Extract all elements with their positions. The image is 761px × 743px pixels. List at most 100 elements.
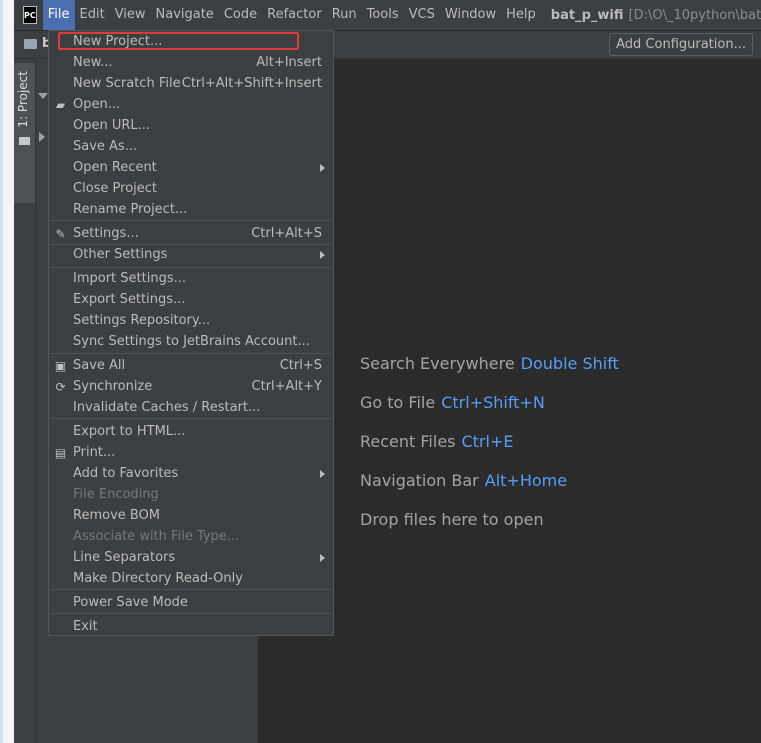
menu-item-shortcut: Ctrl+S [279, 358, 322, 373]
window-title-project: bat_p_wifi [550, 7, 624, 23]
menu-item-save-as[interactable]: Save As... [49, 137, 333, 158]
outer-window-edge [0, 0, 14, 743]
menu-item-label: Exit [73, 619, 98, 634]
menu-item-label: Save As... [73, 139, 138, 154]
window-title-path: [D:\O\_10python\bat_p_wif [628, 7, 761, 23]
hint-shortcut: Ctrl+E [461, 432, 514, 451]
file-menu-dropdown: New Project... New... Alt+Insert New Scratc… [48, 30, 334, 636]
menu-item-label: Other Settings [73, 247, 168, 262]
menu-separator [50, 244, 332, 245]
menu-item-open-recent[interactable]: Open Recent [49, 158, 333, 179]
menu-item-label: Remove BOM [73, 508, 161, 523]
submenu-arrow-icon [320, 554, 325, 562]
printer-icon: ▤ [54, 446, 67, 460]
wrench-icon: ✎ [55, 227, 66, 241]
menu-item-label: Sync Settings to JetBrains Account... [73, 334, 310, 349]
menu-item-label: Settings... [73, 226, 139, 241]
menu-separator [50, 220, 332, 221]
menu-separator [50, 267, 332, 268]
menu-item-shortcut: Ctrl+Alt+Y [251, 379, 322, 394]
submenu-arrow-icon [320, 164, 325, 172]
hint-text: Search Everywhere [360, 354, 515, 373]
save-icon: ▣ [54, 359, 67, 373]
menu-item-file-encoding[interactable]: File Encoding [49, 485, 333, 506]
menu-file[interactable]: File [42, 0, 75, 30]
menu-item-import-settings[interactable]: Import Settings... [49, 269, 333, 290]
menu-item-exit[interactable]: Exit [49, 617, 333, 638]
menu-item-close-project[interactable]: Close Project [49, 179, 333, 200]
menu-item-shortcut: Ctrl+Alt+S [251, 226, 322, 241]
menu-item-save-all[interactable]: ▣ Save All Ctrl+S [49, 356, 333, 377]
menu-item-label: Make Directory Read-Only [73, 571, 243, 586]
tab-project[interactable]: 1: Project [14, 63, 35, 203]
hint-shortcut: Double Shift [520, 354, 619, 373]
editor-hint: Navigation Bar Alt+Home [360, 471, 567, 490]
menu-item-label: Add to Favorites [73, 466, 179, 481]
menu-item-label: Rename Project... [73, 202, 188, 217]
menu-separator [50, 613, 332, 614]
hint-text: Recent Files [360, 432, 456, 451]
folder-icon [24, 39, 37, 49]
menu-item-label: Open... [73, 97, 121, 112]
hint-text: Go to File [360, 393, 436, 412]
menu-item-label: Settings Repository... [73, 313, 211, 328]
menu-item-label: Import Settings... [73, 271, 186, 286]
menu-view[interactable]: View [110, 0, 151, 30]
submenu-arrow-icon [320, 251, 325, 259]
expand-arrow-icon[interactable] [38, 93, 48, 99]
editor-hint: Go to File Ctrl+Shift+N [360, 393, 545, 412]
hint-text: Navigation Bar [360, 471, 479, 490]
menu-item-new[interactable]: New... Alt+Insert [49, 53, 333, 74]
menu-separator [50, 418, 332, 419]
menu-run[interactable]: Run [327, 0, 362, 30]
tab-project-label: 1: Project [16, 71, 30, 128]
menu-item-export-to-html[interactable]: Export to HTML... [49, 422, 333, 443]
menu-item-make-directory-read-only[interactable]: Make Directory Read-Only [49, 569, 333, 590]
menu-item-add-to-favorites[interactable]: Add to Favorites [49, 464, 333, 485]
menu-item-print[interactable]: ▤ Print... [49, 443, 333, 464]
menu-code[interactable]: Code [219, 0, 262, 30]
menu-item-label: Close Project [73, 181, 158, 196]
menu-item-label: Export to HTML... [73, 424, 186, 439]
menu-item-label: Line Separators [73, 550, 176, 565]
hint-shortcut: Alt+Home [484, 471, 568, 490]
menu-tools[interactable]: Tools [362, 0, 404, 30]
menu-item-rename-project[interactable]: Rename Project... [49, 200, 333, 221]
menu-refactor[interactable]: Refactor [262, 0, 327, 30]
menu-separator [50, 353, 332, 354]
menu-navigate[interactable]: Navigate [151, 0, 219, 30]
menu-window[interactable]: Window [440, 0, 501, 30]
outer-edge-line [0, 0, 3, 743]
menu-vcs[interactable]: VCS [404, 0, 440, 30]
folder-icon: ▰ [55, 98, 66, 112]
menu-item-label: New... [73, 55, 113, 70]
menu-item-label: Export Settings... [73, 292, 186, 307]
menu-item-remove-bom[interactable]: Remove BOM [49, 506, 333, 527]
menu-item-line-separators[interactable]: Line Separators [49, 548, 333, 569]
add-configuration-button[interactable]: Add Configuration... [609, 33, 753, 56]
menu-item-other-settings[interactable]: Other Settings [49, 245, 333, 266]
menu-item-label: Invalidate Caches / Restart... [73, 400, 261, 415]
hint-shortcut: Ctrl+Shift+N [441, 393, 545, 412]
pycharm-logo-icon: PC [23, 6, 37, 24]
menu-item-settings-repository[interactable]: Settings Repository... [49, 311, 333, 332]
menu-item-label: File Encoding [73, 487, 159, 502]
menu-item-label: Open Recent [73, 160, 157, 175]
menu-item-synchronize[interactable]: ⟳ Synchronize Ctrl+Alt+Y [49, 377, 333, 398]
project-folder-icon [19, 137, 30, 145]
menu-edit[interactable]: Edit [75, 0, 110, 30]
menu-item-label: Associate with File Type... [73, 529, 240, 544]
collapse-arrow-icon[interactable] [39, 132, 45, 142]
menu-item-sync-settings-to-jetbrains-account[interactable]: Sync Settings to JetBrains Account... [49, 332, 333, 353]
menu-item-settings[interactable]: ✎ Settings... Ctrl+Alt+S [49, 224, 333, 245]
menu-item-label: Synchronize [73, 379, 153, 394]
menu-item-export-settings[interactable]: Export Settings... [49, 290, 333, 311]
menu-help[interactable]: Help [501, 0, 541, 30]
menu-item-new-scratch-file[interactable]: New Scratch File Ctrl+Alt+Shift+Insert [49, 74, 333, 95]
menu-item-invalidate-caches-restart[interactable]: Invalidate Caches / Restart... [49, 398, 333, 419]
menu-item-open[interactable]: ▰ Open... [49, 95, 333, 116]
menu-item-label: Save All [73, 358, 126, 373]
menu-item-associate-with-file-type[interactable]: Associate with File Type... [49, 527, 333, 548]
menu-item-power-save-mode[interactable]: Power Save Mode [49, 593, 333, 614]
menu-item-open-url[interactable]: Open URL... [49, 116, 333, 137]
